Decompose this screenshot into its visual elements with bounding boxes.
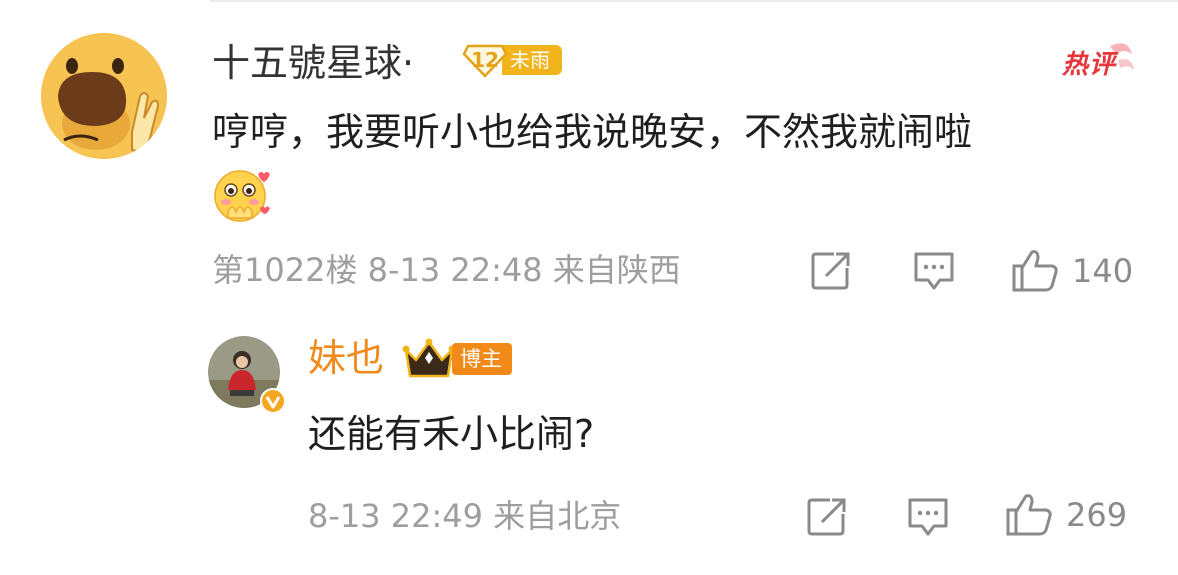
crown-icon: [402, 338, 456, 378]
blogger-label: 博主: [452, 343, 512, 375]
hot-tag-label: 热评: [1062, 50, 1117, 80]
level-label: 未雨: [502, 45, 562, 75]
share-icon: [807, 498, 846, 536]
reply-username[interactable]: 妹也: [308, 334, 384, 382]
reply-share-button[interactable]: [806, 496, 848, 536]
avatar[interactable]: [40, 32, 168, 160]
comment-icon: [908, 498, 948, 536]
thumbs-up-icon: [1006, 494, 1052, 536]
reply-meta: 8-13 22:49 来自北京: [308, 497, 622, 535]
reply-like-count: 269: [1066, 496, 1128, 534]
thumbs-up-icon: [1012, 250, 1058, 292]
share-button[interactable]: [810, 250, 852, 290]
comment-text: 哼哼，我要听小也给我说晚安，不然我就闹啦: [212, 110, 973, 154]
reply-comment-button[interactable]: [906, 496, 950, 538]
user-level-badge: 12 未雨: [462, 42, 562, 78]
comment-meta: 第1022楼 8-13 22:48 来自陕西: [212, 251, 681, 289]
diamond-icon: 12: [462, 42, 508, 78]
verified-badge-icon: [260, 388, 286, 414]
like-button[interactable]: 140: [1010, 248, 1133, 294]
shy-face-emoji: [212, 168, 270, 224]
reply-text: 还能有禾小比闹?: [308, 412, 595, 456]
comment-button[interactable]: [912, 250, 956, 292]
reply-avatar[interactable]: [208, 336, 286, 414]
hot-comment-tag: 热评: [1058, 40, 1138, 86]
blogger-badge: 博主: [402, 338, 512, 380]
share-icon: [811, 252, 850, 290]
top-divider: [210, 0, 1178, 2]
comment-icon: [914, 252, 954, 290]
like-count: 140: [1072, 252, 1134, 290]
level-number: 12: [471, 48, 499, 72]
reply-like-button[interactable]: 269: [1004, 492, 1127, 538]
username[interactable]: 十五號星球·: [212, 40, 414, 86]
